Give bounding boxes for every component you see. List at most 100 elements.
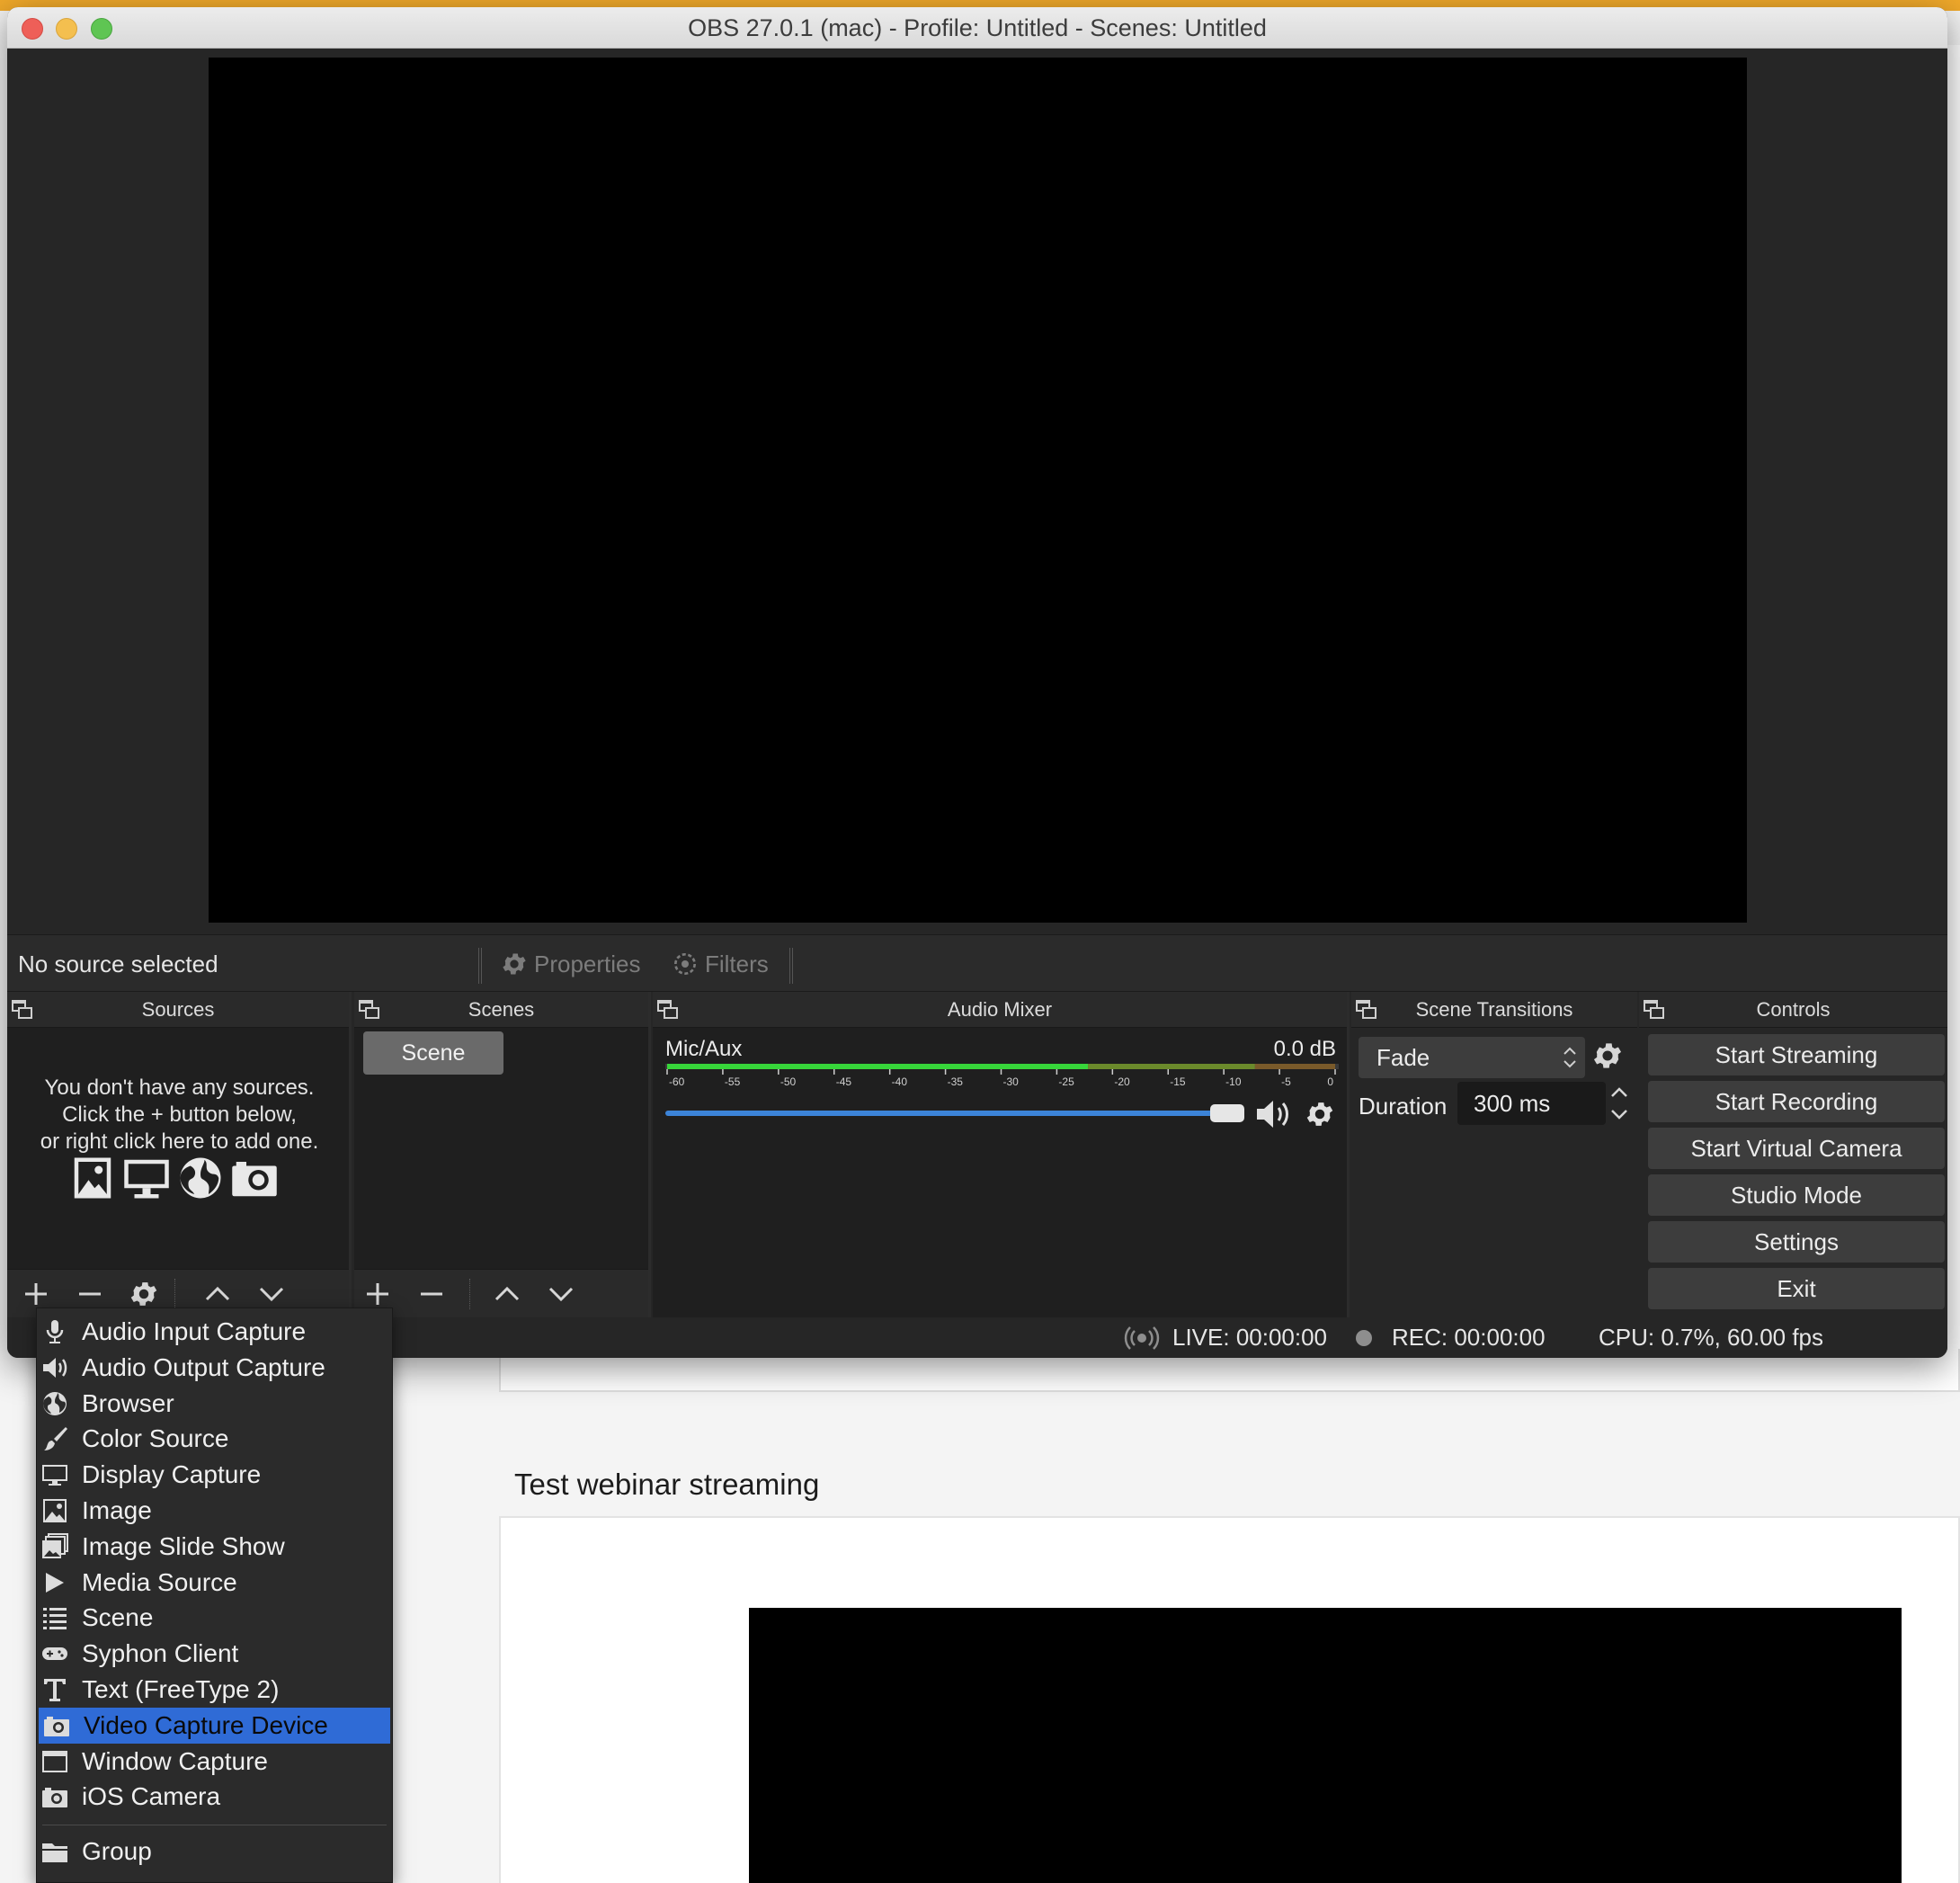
menu-item-text-freetype-2[interactable]: Text (FreeType 2) bbox=[37, 1672, 392, 1708]
toolbar-separator bbox=[789, 948, 793, 984]
meter-tick-label: -60 bbox=[669, 1075, 685, 1087]
play-icon bbox=[46, 1572, 64, 1593]
empty-message-line: Click the + button below, bbox=[62, 1102, 297, 1127]
duration-input[interactable]: 300 ms bbox=[1457, 1082, 1606, 1125]
menu-item-label: Text (FreeType 2) bbox=[82, 1675, 280, 1703]
start-recording-button[interactable]: Start Recording bbox=[1648, 1081, 1945, 1122]
meter-segment bbox=[1088, 1064, 1255, 1069]
studio-mode-button[interactable]: Studio Mode bbox=[1648, 1174, 1945, 1216]
menu-item-label: Syphon Client bbox=[82, 1639, 239, 1668]
scene-transitions-dock-header: Scene Transitions bbox=[1351, 992, 1637, 1028]
sources-title: Sources bbox=[141, 998, 215, 1021]
page-video-player[interactable] bbox=[749, 1608, 1902, 1883]
properties-button[interactable]: Properties bbox=[500, 935, 641, 993]
sources-empty-message[interactable]: You don't have any sources. Click the + … bbox=[7, 1075, 352, 1156]
menu-item-browser[interactable]: Browser bbox=[37, 1386, 392, 1422]
camera-icon bbox=[44, 1716, 69, 1736]
sources-dock-header: Sources bbox=[7, 992, 349, 1028]
volume-slider-track[interactable] bbox=[665, 1111, 1223, 1116]
duration-increment-button[interactable] bbox=[1607, 1082, 1632, 1103]
menu-item-image-slide-show[interactable]: Image Slide Show bbox=[37, 1529, 392, 1565]
title-bar[interactable]: OBS 27.0.1 (mac) - Profile: Untitled - S… bbox=[7, 7, 1947, 49]
move-source-up-button[interactable] bbox=[201, 1278, 234, 1310]
obs-window: OBS 27.0.1 (mac) - Profile: Untitled - S… bbox=[7, 7, 1947, 1358]
remove-source-button[interactable] bbox=[74, 1278, 106, 1310]
add-scene-button[interactable] bbox=[361, 1278, 394, 1310]
controls-title: Controls bbox=[1756, 998, 1831, 1021]
menu-item-ios-camera[interactable]: iOS Camera bbox=[37, 1779, 392, 1815]
list-icon bbox=[43, 1608, 67, 1630]
image-icon bbox=[74, 1157, 111, 1199]
transition-select-value: Fade bbox=[1376, 1044, 1430, 1071]
settings-button[interactable]: Settings bbox=[1648, 1221, 1945, 1263]
empty-message-line: or right click here to add one. bbox=[40, 1129, 319, 1154]
speaker-icon bbox=[43, 1357, 67, 1378]
filters-icon bbox=[674, 953, 696, 975]
menu-item-video-capture-device[interactable]: Video Capture Device bbox=[39, 1707, 390, 1744]
start-virtual-camera-button[interactable]: Start Virtual Camera bbox=[1648, 1128, 1945, 1169]
empty-message-line: You don't have any sources. bbox=[44, 1075, 315, 1100]
menu-item-label: Color Source bbox=[82, 1424, 229, 1453]
duration-decrement-button[interactable] bbox=[1607, 1103, 1632, 1125]
gear-icon[interactable] bbox=[1304, 1098, 1336, 1130]
move-source-down-button[interactable] bbox=[255, 1278, 288, 1310]
meter-tick-label: -55 bbox=[725, 1075, 741, 1087]
preview-canvas[interactable] bbox=[209, 58, 1747, 923]
menu-item-window-capture[interactable]: Window Capture bbox=[37, 1744, 392, 1780]
gear-icon[interactable] bbox=[1590, 1039, 1625, 1073]
toolbar-separator bbox=[469, 1279, 470, 1309]
exit-button[interactable]: Exit bbox=[1648, 1268, 1945, 1309]
menu-item-image[interactable]: Image bbox=[37, 1493, 392, 1529]
volume-slider-handle[interactable] bbox=[1210, 1104, 1244, 1122]
properties-label: Properties bbox=[534, 950, 641, 977]
page-heading: Test webinar streaming bbox=[514, 1468, 820, 1501]
image-icon bbox=[43, 1499, 67, 1522]
menu-item-syphon-client[interactable]: Syphon Client bbox=[37, 1636, 392, 1672]
toolbar-separator bbox=[174, 1279, 175, 1309]
menu-item-scene[interactable]: Scene bbox=[37, 1600, 392, 1636]
menu-item-label: Scene bbox=[82, 1603, 154, 1632]
page-right-sidebar bbox=[1947, 45, 1960, 1349]
meter-tick-label: -5 bbox=[1281, 1075, 1291, 1087]
meter-segment bbox=[667, 1064, 1089, 1069]
source-toolbar: No source selected Properties Filters bbox=[7, 934, 1947, 992]
source-properties-button[interactable] bbox=[128, 1278, 160, 1310]
preview-area bbox=[7, 49, 1947, 934]
controls-dock-header: Controls bbox=[1639, 992, 1947, 1028]
sources-dock[interactable]: Sources You don't have any sources. Clic… bbox=[7, 992, 352, 1317]
mixer-level-readout: 0.0 dB bbox=[1273, 1037, 1336, 1061]
menu-item-audio-input-capture[interactable]: Audio Input Capture bbox=[37, 1314, 392, 1350]
slideshow-icon bbox=[42, 1532, 68, 1558]
menu-item-display-capture[interactable]: Display Capture bbox=[37, 1457, 392, 1493]
transition-select[interactable]: Fade bbox=[1359, 1037, 1585, 1078]
monitor-icon bbox=[42, 1465, 67, 1486]
menu-item-group[interactable]: Group bbox=[37, 1834, 392, 1870]
controls-dock: Controls Start Streaming Start Recording… bbox=[1639, 992, 1947, 1317]
menu-item-label: Video Capture Device bbox=[84, 1710, 328, 1739]
folder-icon bbox=[42, 1843, 67, 1862]
scenes-title: Scenes bbox=[468, 998, 535, 1021]
filters-button[interactable]: Filters bbox=[671, 935, 769, 993]
gamepad-icon bbox=[42, 1647, 67, 1661]
scene-item[interactable]: Scene bbox=[363, 1031, 503, 1075]
move-scene-up-button[interactable] bbox=[491, 1278, 523, 1310]
move-scene-down-button[interactable] bbox=[545, 1278, 577, 1310]
menu-item-audio-output-capture[interactable]: Audio Output Capture bbox=[37, 1350, 392, 1386]
text-icon bbox=[44, 1679, 66, 1701]
menu-item-label: Image Slide Show bbox=[82, 1531, 285, 1560]
start-streaming-button[interactable]: Start Streaming bbox=[1648, 1034, 1945, 1075]
select-arrows-icon bbox=[1564, 1047, 1576, 1068]
scenes-dock[interactable]: Scenes Scene bbox=[354, 992, 651, 1317]
menu-item-media-source[interactable]: Media Source bbox=[37, 1565, 392, 1601]
audio-mixer-dock-header: Audio Mixer bbox=[653, 992, 1347, 1028]
add-source-button[interactable] bbox=[20, 1278, 52, 1310]
broadcast-icon bbox=[1124, 1326, 1160, 1350]
speaker-icon[interactable] bbox=[1253, 1096, 1296, 1132]
remove-scene-button[interactable] bbox=[415, 1278, 448, 1310]
rec-timer: REC: 00:00:00 bbox=[1392, 1324, 1546, 1351]
scene-transitions-title: Scene Transitions bbox=[1415, 998, 1573, 1021]
menu-item-color-source[interactable]: Color Source bbox=[37, 1421, 392, 1457]
meter-tick-label: -25 bbox=[1058, 1075, 1074, 1087]
live-timer: LIVE: 00:00:00 bbox=[1172, 1324, 1328, 1351]
cpu-fps-readout: CPU: 0.7%, 60.00 fps bbox=[1599, 1324, 1824, 1351]
